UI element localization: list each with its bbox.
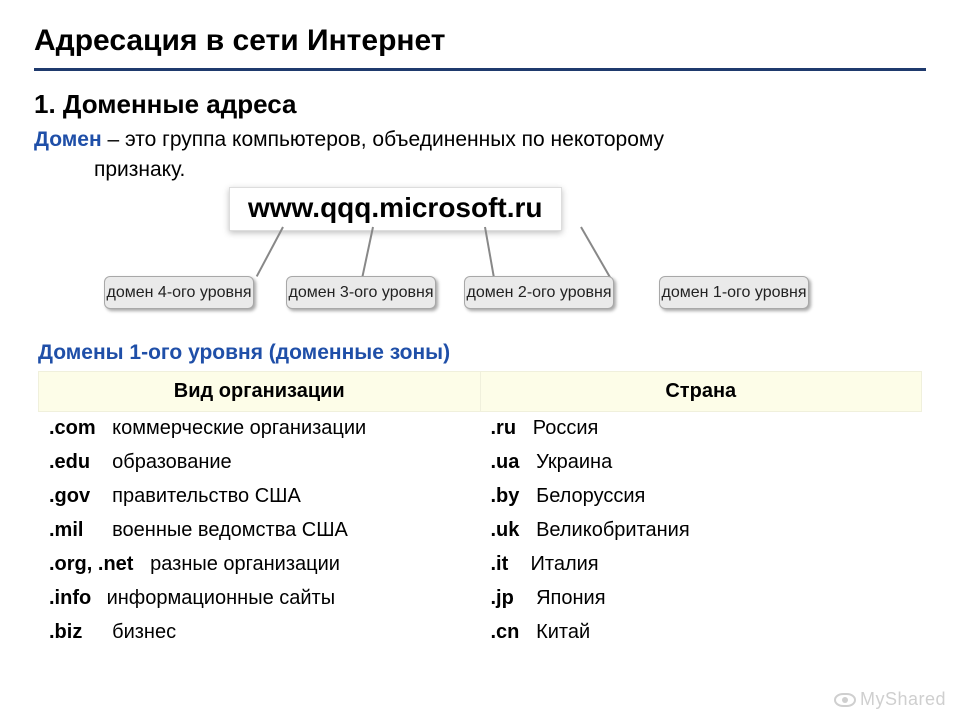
watermark-text: MyShared (860, 689, 946, 709)
tld-desc: коммерческие организации (112, 417, 366, 439)
tld-desc: разные организации (150, 553, 340, 575)
ctld-code: .ua (491, 451, 520, 473)
ctld-name: Япония (536, 587, 605, 609)
table-row: .info информационные сайты .jp Япония (39, 581, 922, 615)
tld-desc: бизнес (112, 621, 176, 643)
table-row: .com коммерческие организации .ru Россия (39, 411, 922, 445)
definition-rest: – это группа компьютеров, объединенных п… (102, 128, 664, 151)
tld-code: .org, .net (49, 553, 133, 575)
tld-desc: образование (112, 451, 232, 473)
ctld-name: Белоруссия (536, 485, 645, 507)
tld-desc: правительство США (112, 485, 301, 507)
tld-code: .biz (49, 621, 101, 644)
tld-code: .mil (49, 519, 101, 542)
table-row: .edu образование .ua Украина (39, 445, 922, 479)
level-1-label: домен 1-ого уровня (659, 276, 809, 309)
ctld-code: .it (491, 553, 509, 575)
watermark: MyShared (834, 689, 946, 710)
tld-code: .edu (49, 451, 101, 474)
level-4-label: домен 4-ого уровня (104, 276, 254, 309)
connector-1 (580, 226, 611, 277)
tld-desc: военные ведомства США (112, 519, 348, 541)
definition-line-1: Домен – это группа компьютеров, объедине… (34, 126, 926, 154)
ctld-name: Россия (533, 417, 599, 439)
table-row: .biz бизнес .cn Китай (39, 615, 922, 649)
ctld-code: .cn (491, 621, 520, 643)
ctld-code: .by (491, 485, 520, 507)
ctld-name: Китай (536, 621, 590, 643)
tld-code: .gov (49, 485, 101, 508)
level-3-label: домен 3-ого уровня (286, 276, 436, 309)
ctld-code: .ru (491, 417, 517, 439)
table-row: .gov правительство США .by Белоруссия (39, 479, 922, 513)
ctld-name: Италия (531, 553, 599, 575)
ctld-name: Украина (536, 451, 612, 473)
connector-4 (256, 226, 284, 276)
page-title: Адресация в сети Интернет (34, 24, 926, 71)
tld-code: .com (49, 417, 101, 440)
definition-term: Домен (34, 128, 102, 151)
level-2-label: домен 2-ого уровня (464, 276, 614, 309)
table-header-country: Страна (480, 371, 922, 411)
ctld-code: .jp (491, 587, 514, 609)
ctld-code: .uk (491, 519, 520, 541)
section-heading: 1. Доменные адреса (34, 89, 926, 120)
table-row: .mil военные ведомства США .uk Великобри… (39, 513, 922, 547)
domain-zones-table: Вид организации Страна .com коммерческие… (38, 371, 922, 650)
tld-code: .info (49, 587, 101, 610)
eye-icon (834, 693, 856, 707)
table-subtitle: Домены 1-ого уровня (доменные зоны) (38, 341, 926, 365)
tld-desc: информационные сайты (107, 587, 336, 609)
connector-3 (361, 226, 374, 279)
example-domain: www.qqq.microsoft.ru (229, 187, 562, 231)
connector-2 (484, 227, 495, 281)
domain-diagram: www.qqq.microsoft.ru домен 4-ого уровня … (34, 181, 926, 341)
table-header-org: Вид организации (39, 371, 481, 411)
table-row: .org, .net разные организации .it Италия (39, 547, 922, 581)
ctld-name: Великобритания (536, 519, 690, 541)
